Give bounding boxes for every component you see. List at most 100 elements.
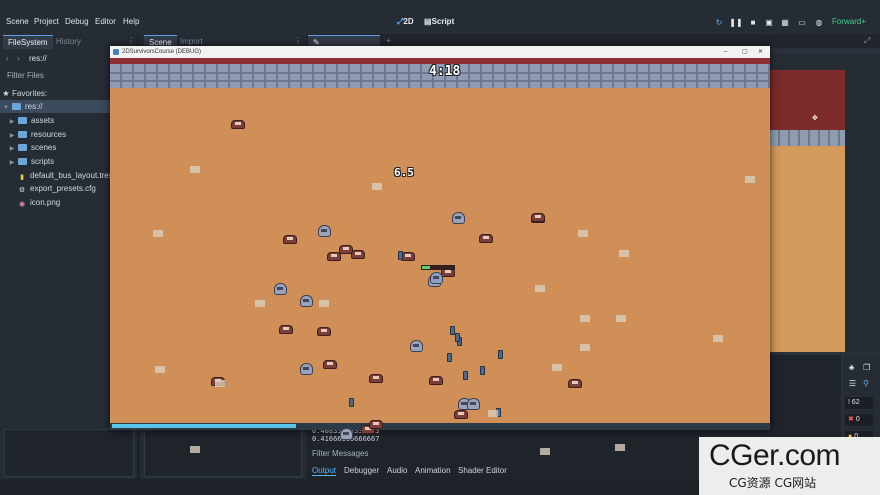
- add-tab-icon[interactable]: +: [386, 36, 391, 45]
- menu-editor[interactable]: Editor: [95, 17, 116, 26]
- blob-enemy-sprite: [300, 363, 313, 375]
- player-sprite: [430, 272, 443, 284]
- mode-script-button[interactable]: ▤Script: [424, 17, 454, 26]
- minimize-icon[interactable]: –: [724, 46, 727, 58]
- floor-stone-tile: [535, 285, 545, 292]
- enemy-sprite: [350, 248, 366, 260]
- enemy-sprite: [368, 372, 384, 384]
- watermark-logo-text: CGer.com: [709, 439, 841, 472]
- game-timer: 4:18: [429, 64, 461, 79]
- menu-scene[interactable]: Scene: [6, 17, 29, 26]
- right-gutter: [845, 70, 880, 352]
- error-count-badge[interactable]: ✖ 0: [845, 414, 873, 426]
- search-icon[interactable]: ⚲: [863, 379, 869, 388]
- tab-history[interactable]: History: [51, 35, 86, 49]
- floor-stone-tile: [153, 230, 163, 237]
- blob-enemy-sprite: [410, 340, 423, 352]
- enemy-sprite: [316, 325, 332, 337]
- experience-vial-sprite: [455, 333, 460, 342]
- floor-stone-tile: [616, 315, 626, 322]
- audio-bus-icon: ▮: [20, 174, 24, 181]
- player-health-bar: [421, 265, 455, 270]
- floor-stone-tile: [319, 300, 329, 307]
- floor-stone-tile: [580, 344, 590, 351]
- info-icon: !: [848, 399, 850, 406]
- floor-stone-tile: [215, 380, 225, 387]
- file-preview-area: [4, 429, 134, 477]
- viewport-brick: [770, 130, 845, 146]
- viewport-wall: [770, 70, 845, 130]
- folder-icon: [12, 103, 21, 110]
- folder-icon: [18, 117, 27, 124]
- script-icon: ▤: [424, 17, 432, 26]
- tab-shader-editor[interactable]: Shader Editor: [458, 466, 507, 475]
- tab-animation[interactable]: Animation: [415, 466, 451, 475]
- dock-menu-icon[interactable]: ⋮: [294, 36, 302, 45]
- floor-stone-tile: [713, 335, 723, 342]
- tab-audio[interactable]: Audio: [387, 466, 407, 475]
- menu-help[interactable]: Help: [123, 17, 139, 26]
- game-debug-window[interactable]: 2DSurvivorsCourse (DEBUG) – ▢ ✕ 4:18 6.5: [110, 46, 770, 455]
- distraction-free-icon[interactable]: ⤢: [864, 36, 870, 46]
- maximize-icon[interactable]: ▢: [742, 46, 748, 58]
- enemy-sprite: [478, 232, 494, 244]
- floor-stone-tile: [155, 366, 165, 373]
- blob-enemy-sprite: [340, 428, 353, 440]
- enemy-sprite: [530, 211, 546, 223]
- enemy-sprite: [428, 374, 444, 386]
- run-custom-icon[interactable]: ◍: [812, 15, 826, 29]
- viewport-toolbar: [770, 54, 880, 70]
- floor-stone-tile: [190, 446, 200, 453]
- info-count-badge[interactable]: ! 62: [845, 397, 873, 409]
- remote-debug-icon[interactable]: ▣: [762, 15, 776, 29]
- tab-filesystem[interactable]: FileSystem: [3, 35, 53, 49]
- blob-enemy-sprite: [467, 398, 480, 410]
- menu-project[interactable]: Project: [34, 17, 59, 26]
- inspector-area: [144, 429, 302, 477]
- experience-vial-sprite: [498, 350, 503, 359]
- app-icon: [113, 49, 119, 55]
- image-icon: ◉: [18, 201, 26, 208]
- run-scene-icon[interactable]: ▭: [795, 15, 809, 29]
- experience-vial-sprite: [463, 371, 468, 380]
- floor-stone-tile: [578, 230, 588, 237]
- floor-stone-tile: [255, 300, 265, 307]
- back-icon[interactable]: ‹: [6, 54, 9, 63]
- folder-icon: [18, 158, 27, 165]
- close-icon[interactable]: ✕: [758, 46, 763, 58]
- damage-number: 6.5: [394, 166, 414, 179]
- pause-icon[interactable]: ❚❚: [729, 15, 743, 29]
- enemy-sprite: [230, 118, 246, 130]
- watermark: CGer.com CG资源 CG网站: [699, 437, 880, 495]
- blob-enemy-sprite: [452, 212, 465, 224]
- path-field[interactable]: res://: [29, 54, 47, 63]
- movie-icon[interactable]: ▦: [778, 15, 792, 29]
- clear-icon[interactable]: ♣: [849, 363, 854, 372]
- viewport-marker-icon: ✥: [812, 115, 818, 122]
- floor-stone-tile: [190, 166, 200, 173]
- copy-icon[interactable]: ❐: [863, 363, 870, 372]
- enemy-sprite: [282, 233, 298, 245]
- experience-vial-sprite: [349, 398, 354, 407]
- tab-debugger[interactable]: Debugger: [344, 466, 379, 475]
- floor-stone-tile: [372, 183, 382, 190]
- mode-2d-button[interactable]: ⤢2D: [397, 17, 414, 27]
- enemy-sprite: [368, 418, 384, 430]
- forward-icon[interactable]: ›: [17, 54, 20, 63]
- game-window-titlebar[interactable]: 2DSurvivorsCourse (DEBUG) – ▢ ✕: [110, 46, 770, 58]
- filter-messages-input[interactable]: Filter Messages: [312, 449, 368, 458]
- floor-stone-tile: [488, 410, 498, 417]
- filter-files-input[interactable]: Filter Files: [7, 71, 44, 80]
- gear-icon: ⚙: [18, 187, 26, 194]
- sort-icon[interactable]: ☰: [849, 379, 856, 388]
- dock-menu-icon[interactable]: ⋮: [127, 36, 135, 45]
- tab-output[interactable]: Output: [312, 466, 337, 476]
- stop-icon[interactable]: ■: [746, 15, 760, 29]
- renderer-select[interactable]: Forward+: [832, 17, 866, 26]
- experience-vial-sprite: [447, 353, 452, 362]
- viewport-2d[interactable]: ✥: [770, 70, 845, 352]
- experience-vial-sprite: [398, 251, 403, 260]
- reload-icon[interactable]: ↻: [712, 15, 726, 29]
- floor-stone-tile: [540, 448, 550, 455]
- menu-debug[interactable]: Debug: [65, 17, 89, 26]
